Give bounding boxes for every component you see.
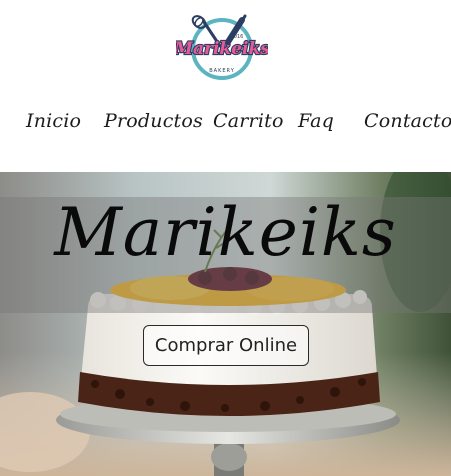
bakery-logo[interactable]: Marikeiks Marikeiks 2016 BAKERY bbox=[176, 12, 268, 82]
logo-est: 2016 bbox=[231, 34, 244, 40]
hero-section: Marikeiks Comprar Online bbox=[0, 172, 451, 476]
logo-subtitle: BAKERY bbox=[209, 68, 235, 74]
nav-contacto[interactable]: Contacto bbox=[364, 110, 451, 132]
hero-title: Marikeiks bbox=[54, 194, 397, 271]
nav-carrito[interactable]: Carrito bbox=[213, 110, 284, 132]
nav-inicio[interactable]: Inicio bbox=[26, 110, 81, 132]
site-header: Marikeiks Marikeiks 2016 BAKERY Inicio P… bbox=[0, 0, 451, 172]
nav-productos[interactable]: Productos bbox=[104, 110, 203, 132]
main-nav: Inicio Productos Carrito Faq Contacto bbox=[0, 110, 451, 146]
logo-graphic: Marikeiks Marikeiks 2016 BAKERY bbox=[176, 14, 268, 80]
buy-online-button[interactable]: Comprar Online bbox=[143, 325, 309, 366]
logo-wordmark: Marikeiks bbox=[176, 39, 268, 59]
nav-faq[interactable]: Faq bbox=[298, 110, 334, 132]
